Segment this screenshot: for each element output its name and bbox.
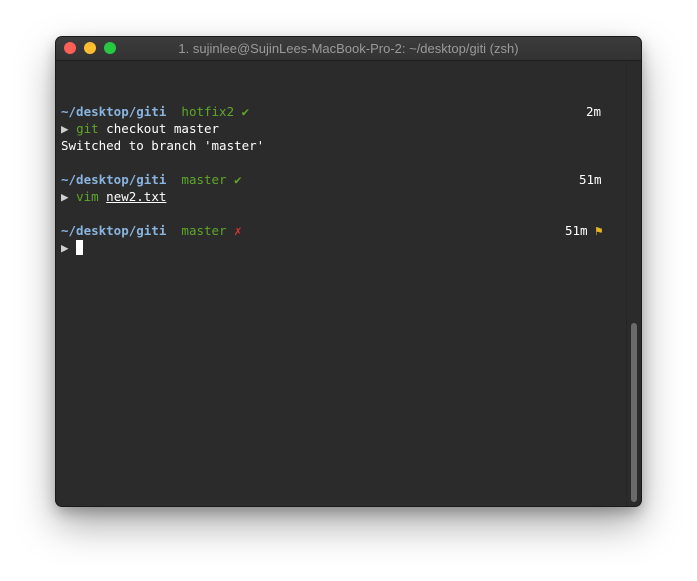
command-file-arg[interactable]: new2.txt xyxy=(106,189,166,204)
prompt-arrow-icon: ▶ xyxy=(61,240,69,255)
prompt-path: ~/desktop/giti xyxy=(61,172,167,187)
clean-status-icon: ✔ xyxy=(241,104,250,119)
prompt-path: ~/desktop/giti xyxy=(61,104,167,119)
dirty-status-icon: ✗ xyxy=(234,223,242,238)
elapsed-time-text: 51m xyxy=(565,223,588,238)
prompt-elapsed-time: 51m ⚑ xyxy=(565,222,603,239)
terminal-output[interactable]: ~/desktop/giti hotfix2 ✔ 2m ▶ git checko… xyxy=(56,61,627,506)
scrollbar-thumb[interactable] xyxy=(631,323,637,502)
text-cursor xyxy=(76,240,84,255)
prompt-branch: master xyxy=(181,223,227,238)
prompt-line-1: ~/desktop/giti hotfix2 ✔ xyxy=(61,103,249,120)
prompt-arrow-icon: ▶ xyxy=(61,189,69,204)
prompt-line-2: ~/desktop/giti master ✔ xyxy=(61,171,242,188)
prompt-path: ~/desktop/giti xyxy=(61,223,167,238)
command-args: checkout master xyxy=(98,121,220,136)
terminal-window: 1. sujinlee@SujinLees-MacBook-Pro-2: ~/d… xyxy=(56,37,641,506)
prompt-arrow-icon: ▶ xyxy=(61,121,69,136)
prompt-line-3: ~/desktop/giti master ✗ xyxy=(61,222,242,239)
command-name: git xyxy=(76,121,99,136)
command-line-1: ▶ git checkout master xyxy=(61,120,219,137)
prompt-branch: master xyxy=(181,172,227,187)
command-line-2: ▶ vim new2.txt xyxy=(61,188,166,205)
window-title: 1. sujinlee@SujinLees-MacBook-Pro-2: ~/d… xyxy=(178,41,519,56)
command-output: Switched to branch 'master' xyxy=(61,138,265,153)
prompt-elapsed-time: 2m xyxy=(586,104,602,119)
prompt-elapsed-time: 51m xyxy=(579,172,602,187)
command-name: vim xyxy=(76,189,99,204)
clean-status-icon: ✔ xyxy=(234,172,242,187)
title-bar[interactable]: 1. sujinlee@SujinLees-MacBook-Pro-2: ~/d… xyxy=(56,37,641,61)
scrollbar[interactable] xyxy=(626,61,641,506)
prompt-branch: hotfix2 xyxy=(181,104,235,119)
flag-icon: ⚑ xyxy=(595,223,603,238)
command-line-3[interactable]: ▶ xyxy=(61,239,84,256)
